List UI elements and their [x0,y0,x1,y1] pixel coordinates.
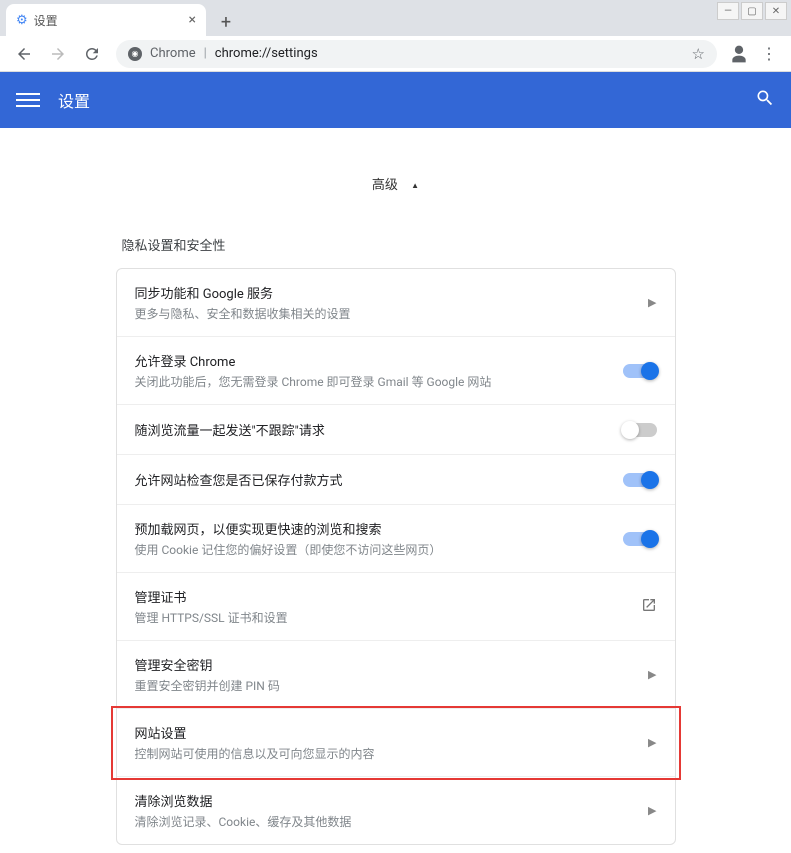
toggle-payment-check[interactable] [623,473,657,487]
row-preload[interactable]: 预加载网页，以便实现更快速的浏览和搜索 使用 Cookie 记住您的偏好设置（即… [117,505,675,573]
url-prefix: Chrome [150,46,196,61]
reload-button[interactable] [76,38,108,70]
row-subtitle: 使用 Cookie 记住您的偏好设置（即使您不访问这些网页） [135,541,623,558]
section-title-language: 语言 [116,845,676,853]
search-button[interactable] [755,88,775,112]
open-external-icon [641,597,657,617]
maximize-button[interactable]: ▢ [741,2,763,20]
search-icon [755,88,775,108]
privacy-card: 同步功能和 Google 服务 更多与隐私、安全和数据收集相关的设置 ▶ 允许登… [116,268,676,845]
tab-bar: ⚙ 设置 × + [0,0,791,36]
window-controls: — ▢ ✕ [717,2,787,20]
browser-tab[interactable]: ⚙ 设置 × [6,4,206,36]
row-do-not-track[interactable]: 随浏览流量一起发送"不跟踪"请求 [117,405,675,455]
row-subtitle: 关闭此功能后，您无需登录 Chrome 即可登录 Gmail 等 Google … [135,373,623,390]
arrow-left-icon [15,45,33,63]
row-title: 随浏览流量一起发送"不跟踪"请求 [135,420,623,439]
row-subtitle: 控制网站可使用的信息以及可向您显示的内容 [135,745,639,762]
row-title: 网站设置 [135,723,639,742]
forward-button[interactable] [42,38,74,70]
chrome-icon: ◉ [128,47,142,61]
row-title: 允许网站检查您是否已保存付款方式 [135,470,623,489]
row-site-settings[interactable]: 网站设置 控制网站可使用的信息以及可向您显示的内容 ▶ [117,709,675,777]
tab-title: 设置 [34,12,58,29]
browser-toolbar: ◉ Chrome | chrome://settings ☆ ⋮ [0,36,791,72]
hamburger-menu-button[interactable] [16,93,40,107]
row-title: 清除浏览数据 [135,791,639,810]
close-tab-icon[interactable]: × [189,12,196,28]
app-header: 设置 [0,72,791,128]
url-path: chrome://settings [215,46,318,61]
row-manage-certs[interactable]: 管理证书 管理 HTTPS/SSL 证书和设置 [117,573,675,641]
row-allow-signin[interactable]: 允许登录 Chrome 关闭此功能后，您无需登录 Chrome 即可登录 Gma… [117,337,675,405]
page-title: 设置 [58,88,755,112]
row-security-keys[interactable]: 管理安全密钥 重置安全密钥并创建 PIN 码 ▶ [117,641,675,709]
chevron-right-icon: ▶ [648,668,656,681]
row-title: 预加载网页，以便实现更快速的浏览和搜索 [135,519,623,538]
section-title-privacy: 隐私设置和安全性 [116,217,676,268]
row-subtitle: 更多与隐私、安全和数据收集相关的设置 [135,305,639,322]
gear-icon: ⚙ [16,13,28,28]
caret-up-icon: ▲ [411,181,419,190]
toggle-allow-signin[interactable] [623,364,657,378]
person-icon [729,44,749,64]
row-title: 管理安全密钥 [135,655,639,674]
toggle-do-not-track[interactable] [623,423,657,437]
advanced-label: 高级 [372,178,398,193]
row-subtitle: 重置安全密钥并创建 PIN 码 [135,677,639,694]
row-subtitle: 管理 HTTPS/SSL 证书和设置 [135,609,641,626]
row-title: 管理证书 [135,587,641,606]
row-subtitle: 清除浏览记录、Cookie、缓存及其他数据 [135,813,639,830]
back-button[interactable] [8,38,40,70]
chevron-right-icon: ▶ [648,804,656,817]
row-clear-data[interactable]: 清除浏览数据 清除浏览记录、Cookie、缓存及其他数据 ▶ [117,777,675,844]
minimize-button[interactable]: — [717,2,739,20]
arrow-right-icon [49,45,67,63]
row-title: 同步功能和 Google 服务 [135,283,639,302]
reload-icon [83,45,101,63]
chevron-right-icon: ▶ [648,296,656,309]
row-title: 允许登录 Chrome [135,351,623,370]
url-separator: | [204,46,207,61]
close-window-button[interactable]: ✕ [765,2,787,20]
bookmark-star-icon[interactable]: ☆ [692,45,705,63]
advanced-toggle[interactable]: 高级 ▲ [116,128,676,217]
profile-button[interactable] [725,40,753,68]
new-tab-button[interactable]: + [212,8,240,36]
address-bar[interactable]: ◉ Chrome | chrome://settings ☆ [116,40,717,68]
chevron-right-icon: ▶ [648,736,656,749]
browser-menu-button[interactable]: ⋮ [755,40,783,68]
row-sync-google[interactable]: 同步功能和 Google 服务 更多与隐私、安全和数据收集相关的设置 ▶ [117,269,675,337]
content-viewport[interactable]: 高级 ▲ 隐私设置和安全性 同步功能和 Google 服务 更多与隐私、安全和数… [0,128,791,853]
toggle-preload[interactable] [623,532,657,546]
row-payment-check[interactable]: 允许网站检查您是否已保存付款方式 [117,455,675,505]
